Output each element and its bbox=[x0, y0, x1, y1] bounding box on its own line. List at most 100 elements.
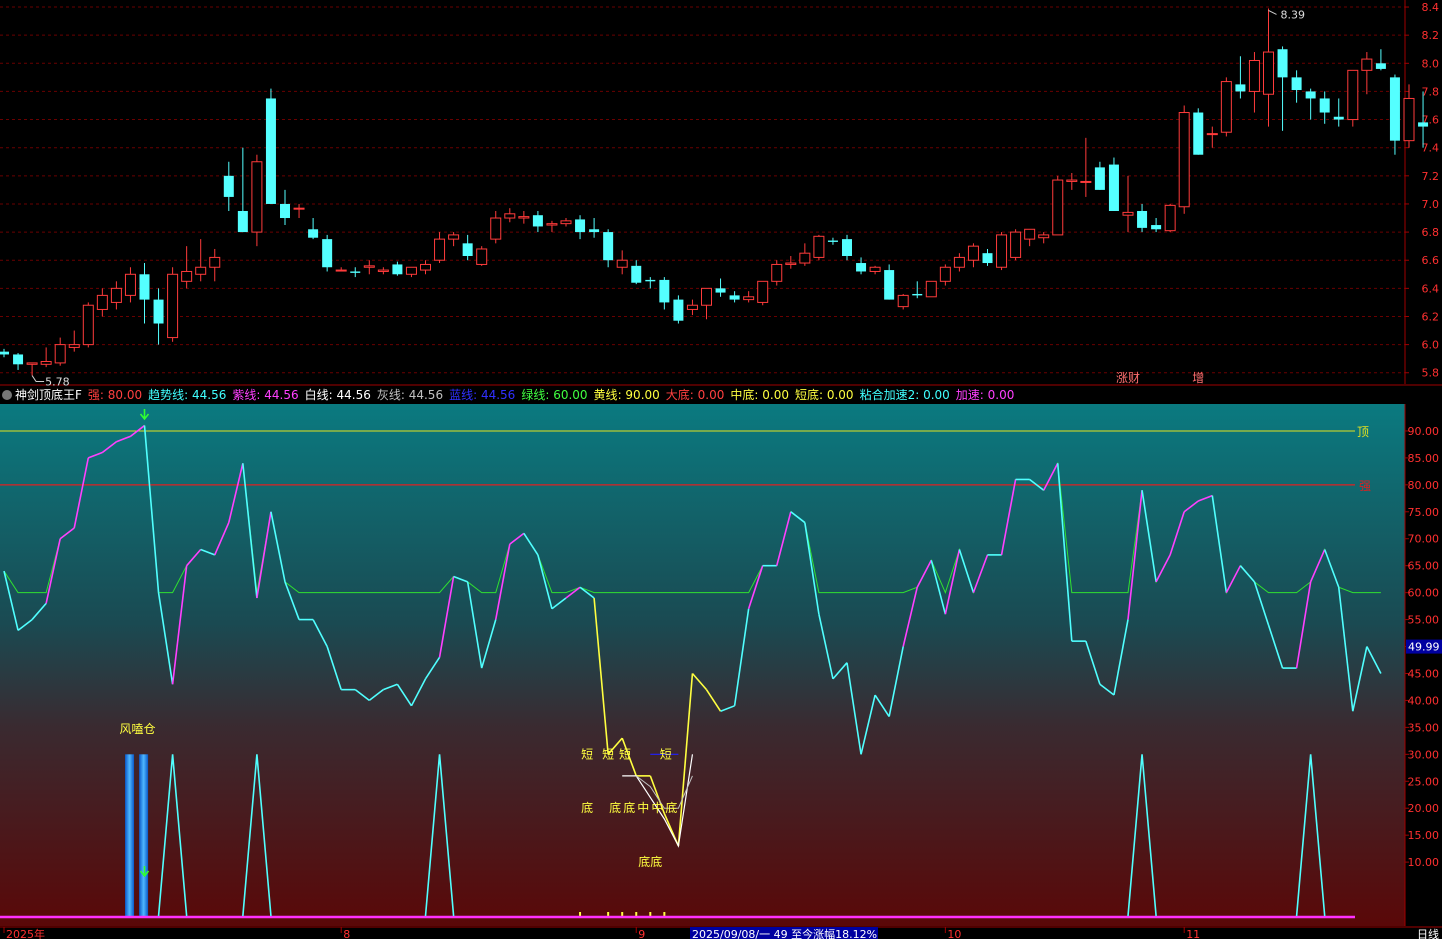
indicator-tick-label: 60.00 bbox=[1408, 587, 1440, 600]
price-panel[interactable]: 8.48.28.07.87.67.47.27.06.86.66.46.26.05… bbox=[0, 0, 1442, 389]
bottom-label: 中 bbox=[651, 800, 663, 815]
candle-body-down bbox=[1291, 77, 1302, 91]
candle-body-down bbox=[223, 175, 234, 197]
indicator-tick-label: 35.00 bbox=[1408, 721, 1440, 734]
indicator-legend[interactable]: 神剑顶底王F 强: 80.00 趋势线: 44.56 紫线: 44.56 白线: 44.… bbox=[0, 386, 1405, 404]
chart-canvas[interactable]: 8.48.28.07.87.67.47.27.06.86.66.46.26.05… bbox=[0, 0, 1442, 939]
indicator-name[interactable]: 神剑顶底王F bbox=[15, 388, 82, 402]
candle-body-down bbox=[1151, 225, 1162, 230]
legend-value: 80.00 bbox=[107, 388, 143, 402]
candle-body-down bbox=[237, 210, 248, 233]
indicator-tick-label: 90.00 bbox=[1408, 425, 1440, 438]
candle-body-up bbox=[799, 252, 811, 264]
candle-body-up bbox=[560, 220, 572, 225]
indicator-tick-label: 20.00 bbox=[1408, 802, 1440, 815]
legend-items: 强: 80.00 趋势线: 44.56 紫线: 44.56 白线: 44.56 灰线: … bbox=[88, 388, 1020, 402]
price-axis: 8.48.28.07.87.67.47.27.06.86.66.46.26.05… bbox=[0, 0, 1442, 386]
low-marker bbox=[31, 375, 45, 383]
legend-label: 黄线 bbox=[593, 388, 618, 402]
candle-body-up bbox=[1164, 204, 1176, 232]
legend-value: 90.00 bbox=[625, 388, 660, 402]
price-tick-label: 8.4 bbox=[1422, 1, 1440, 14]
candle-body-up bbox=[1206, 133, 1218, 136]
legend-label: 短底 bbox=[794, 388, 819, 402]
candle-body-up bbox=[82, 304, 94, 346]
status-text: 2025/09/08/一 49 至今涨幅18.12% bbox=[692, 927, 877, 939]
legend-separator: : bbox=[915, 388, 924, 402]
legend-item: 粘合加速2: 0.00 bbox=[860, 388, 950, 402]
candle-body-up bbox=[420, 263, 431, 271]
candle-body-down bbox=[1094, 167, 1105, 190]
candle-body-up bbox=[616, 259, 628, 268]
candle-body-up bbox=[743, 296, 755, 301]
candle-body-up bbox=[251, 161, 263, 233]
candle-body-down bbox=[1235, 84, 1246, 92]
candle-body-down bbox=[1389, 77, 1400, 141]
candle-body-up bbox=[1263, 51, 1274, 95]
legend-item: 灰线: 44.56 bbox=[377, 388, 443, 402]
candle-body-up bbox=[1403, 97, 1415, 142]
legend-value: 0.00 bbox=[987, 388, 1015, 402]
legend-value: 44.56 bbox=[336, 388, 371, 402]
candle-body-down bbox=[13, 354, 24, 365]
legend-item: 白线: 44.56 bbox=[305, 388, 371, 402]
indicator-tick-label: 30.00 bbox=[1408, 748, 1440, 761]
candle-body-up bbox=[167, 273, 179, 339]
legend-value: 0.00 bbox=[923, 388, 950, 402]
legend-label: 趋势线 bbox=[148, 388, 185, 402]
candle-body-down bbox=[729, 295, 740, 300]
legend-label: 蓝线 bbox=[449, 388, 474, 402]
signal-bar bbox=[125, 754, 135, 916]
legend-item: 紫线: 44.56 bbox=[232, 388, 298, 402]
price-tick-label: 7.8 bbox=[1422, 85, 1440, 98]
bottom-label: 底 bbox=[609, 800, 621, 815]
signal-bar bbox=[139, 754, 149, 916]
legend-value: 0.00 bbox=[762, 388, 789, 402]
candle-body-down bbox=[462, 243, 473, 256]
legend-value: 0.00 bbox=[697, 388, 725, 402]
legend-label: 中底 bbox=[730, 388, 755, 402]
candle-body-up bbox=[701, 287, 712, 306]
candle-body-up bbox=[124, 273, 136, 296]
indicator-tick-label: 80.00 bbox=[1408, 479, 1440, 492]
legend-label: 灰线 bbox=[376, 388, 401, 402]
legend-item: 短底: 0.00 bbox=[795, 388, 854, 402]
candle-body-down bbox=[912, 293, 923, 296]
high-label: 8.39 bbox=[1281, 8, 1306, 21]
candle-body-up bbox=[953, 256, 965, 268]
candle-body-up bbox=[195, 266, 207, 275]
bottom-label: 底 bbox=[665, 800, 677, 815]
indicator-panel[interactable]: 90.00 85.00 80.00 75.00 70.00 65.00 60.00 55.00… bbox=[0, 404, 1442, 926]
candle-body-up bbox=[1361, 58, 1373, 71]
strong-level-label: 强 bbox=[1359, 479, 1371, 493]
candle-body-up bbox=[1010, 231, 1022, 258]
candle-body-up bbox=[448, 234, 460, 240]
legend-item: 绿线: 60.00 bbox=[521, 388, 587, 402]
legend-separator: : bbox=[689, 388, 698, 402]
candle-body-down bbox=[532, 215, 543, 227]
candle-body-up bbox=[181, 270, 193, 282]
short-label: 短 bbox=[581, 747, 593, 761]
bottom-label: 中 bbox=[637, 800, 649, 815]
top-level-label: 顶 bbox=[1357, 425, 1369, 439]
candle-body-up bbox=[1066, 179, 1078, 182]
candle-body-down bbox=[322, 239, 333, 268]
legend-separator: : bbox=[184, 388, 193, 402]
indicator-tick-label: 70.00 bbox=[1408, 533, 1440, 546]
legend-label: 加速 bbox=[955, 388, 980, 402]
indicator-tick-label: 25.00 bbox=[1408, 775, 1440, 788]
candle-body-up bbox=[996, 234, 1008, 268]
legend-label: 绿线 bbox=[521, 388, 546, 402]
price-tick-label: 6.6 bbox=[1422, 254, 1440, 267]
collapse-icon[interactable] bbox=[2, 390, 12, 400]
indicator-tick-label: 15.00 bbox=[1408, 829, 1440, 842]
candle-body-up bbox=[546, 223, 558, 226]
time-label: 2025年 bbox=[6, 927, 45, 939]
legend-value: 44.56 bbox=[264, 388, 299, 402]
candle-body-up bbox=[54, 344, 66, 364]
candle-body-down bbox=[1305, 91, 1316, 99]
indicator-tick-label: 40.00 bbox=[1408, 694, 1440, 707]
price-tick-label: 6.8 bbox=[1422, 226, 1440, 239]
candle-body-down bbox=[139, 274, 150, 300]
candle-body-up bbox=[209, 256, 221, 268]
